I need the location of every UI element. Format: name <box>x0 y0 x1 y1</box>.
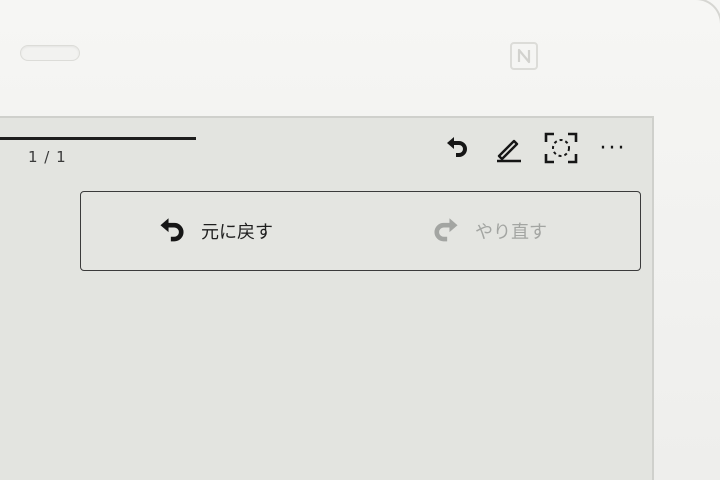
edit-menu-popup: 元に戻す やり直す <box>80 191 641 271</box>
undo-menu-item[interactable]: 元に戻す <box>157 192 273 269</box>
undo-label: 元に戻す <box>201 221 273 243</box>
page-counter: 1 / 1 <box>28 148 67 166</box>
pen-icon <box>497 139 521 163</box>
pen-button[interactable] <box>492 132 526 164</box>
more-icon: ··· <box>599 135 627 161</box>
e-ink-screen: 1 / 1 ··· 元に戻す やり直す <box>0 116 654 480</box>
page-progress-bar <box>0 137 196 140</box>
redo-label: やり直す <box>475 221 547 243</box>
undo-button[interactable] <box>440 132 474 164</box>
nfc-icon <box>510 42 538 70</box>
undo-icon <box>160 217 184 241</box>
redo-menu-item[interactable]: やり直す <box>431 192 547 269</box>
screenshot-button[interactable] <box>544 132 578 164</box>
undo-icon <box>447 137 467 157</box>
bezel-corner <box>660 0 720 60</box>
toolbar: ··· <box>440 132 630 164</box>
speaker-slot <box>20 45 80 61</box>
device-frame: 1 / 1 ··· 元に戻す やり直す <box>0 0 720 480</box>
screenshot-frame-icon <box>544 132 578 164</box>
more-button[interactable]: ··· <box>596 132 630 164</box>
redo-icon <box>434 217 458 241</box>
